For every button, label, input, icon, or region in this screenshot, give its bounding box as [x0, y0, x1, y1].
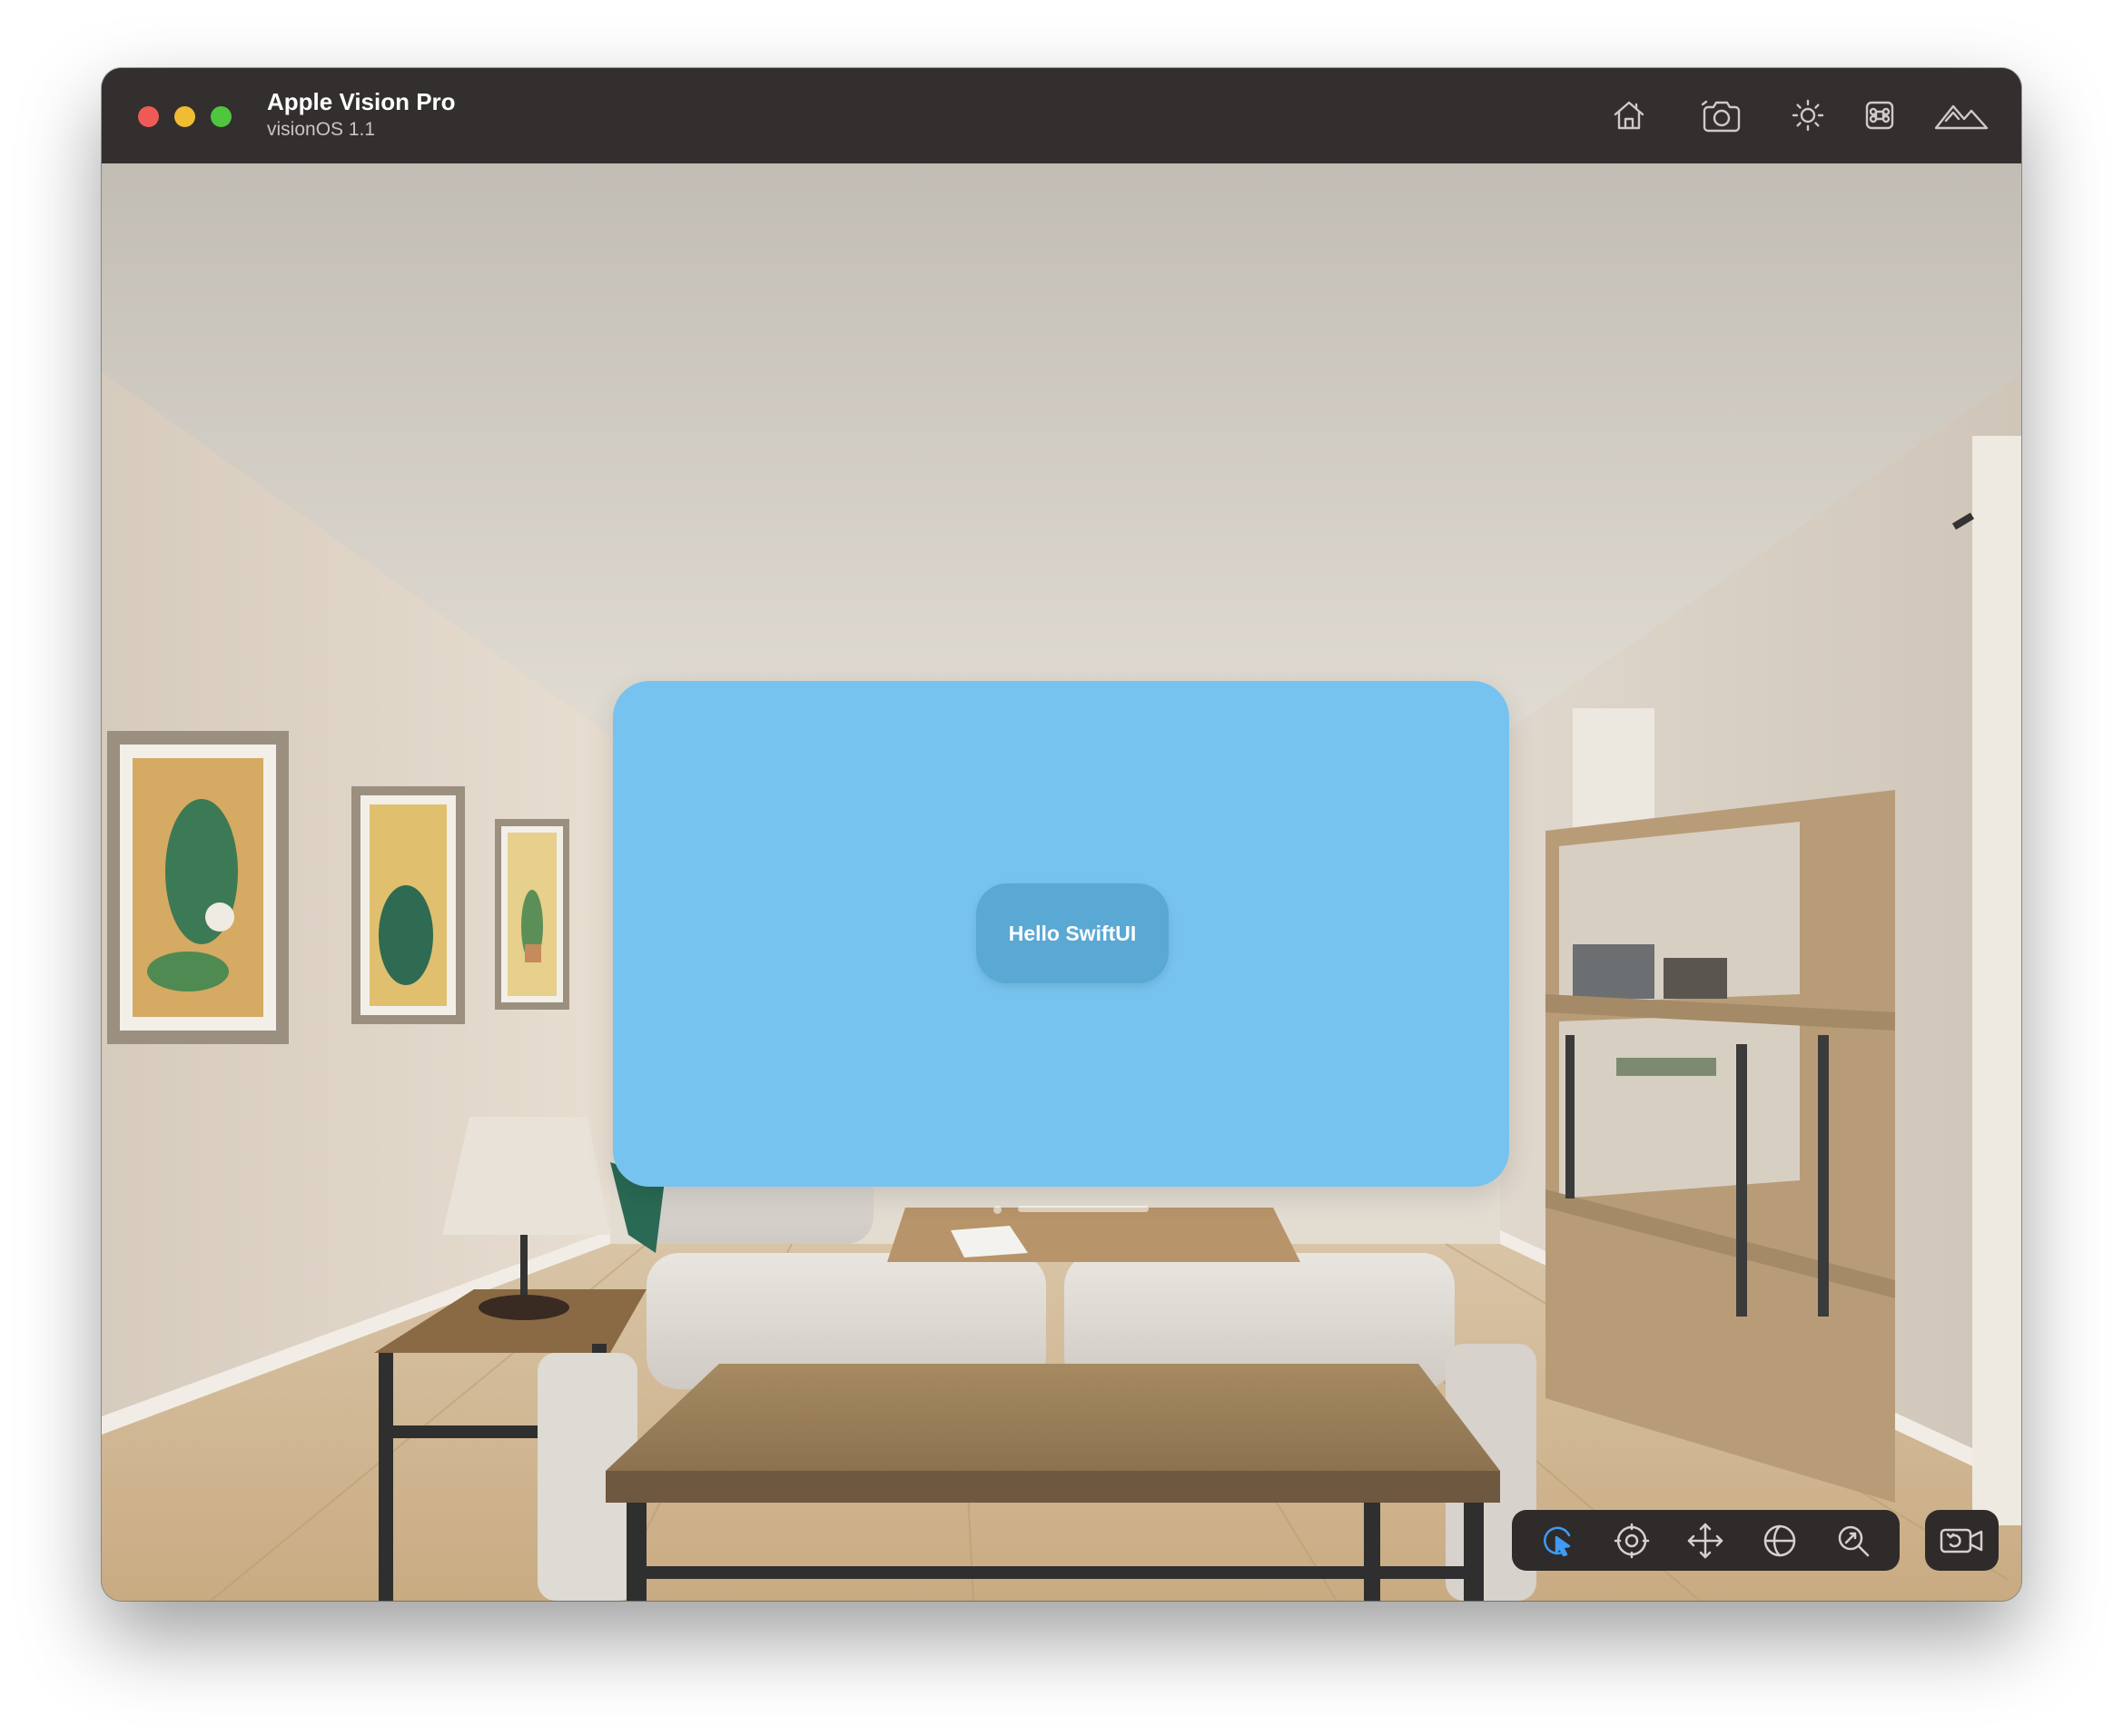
title-bar: Apple Vision Pro visionOS 1.1	[102, 68, 2021, 163]
home-icon[interactable]	[1609, 95, 1649, 135]
window-title: Apple Vision Pro	[267, 88, 456, 115]
pointer-icon[interactable]	[1536, 1519, 1580, 1563]
simulator-window: Apple Vision Pro visionOS 1.1 Hello Swif…	[102, 68, 2021, 1601]
window-grabber-bar[interactable]	[1018, 1206, 1149, 1212]
pan-icon[interactable]	[1684, 1519, 1727, 1563]
brightness-icon[interactable]	[1788, 95, 1828, 135]
command-icon[interactable]	[1861, 95, 1898, 135]
immersive-scene: Hello SwiftUI	[102, 163, 2021, 1601]
window-subtitle: visionOS 1.1	[267, 119, 376, 140]
close-window-button[interactable]	[138, 106, 159, 127]
zoom-icon[interactable]	[1832, 1519, 1875, 1563]
hello-swiftui-button[interactable]: Hello SwiftUI	[976, 883, 1169, 983]
camera-icon[interactable]	[1700, 95, 1743, 135]
maximize-window-button[interactable]	[211, 106, 232, 127]
window-close-dot[interactable]	[993, 1206, 1002, 1214]
reset-camera-icon[interactable]	[1925, 1510, 1999, 1571]
app-window-panel: Hello SwiftUI	[613, 681, 1509, 1187]
environment-icon[interactable]	[1932, 95, 1990, 135]
minimize-window-button[interactable]	[174, 106, 195, 127]
orbit-icon[interactable]	[1758, 1519, 1802, 1563]
navigation-controls	[1512, 1510, 1900, 1571]
look-icon[interactable]	[1610, 1519, 1654, 1563]
